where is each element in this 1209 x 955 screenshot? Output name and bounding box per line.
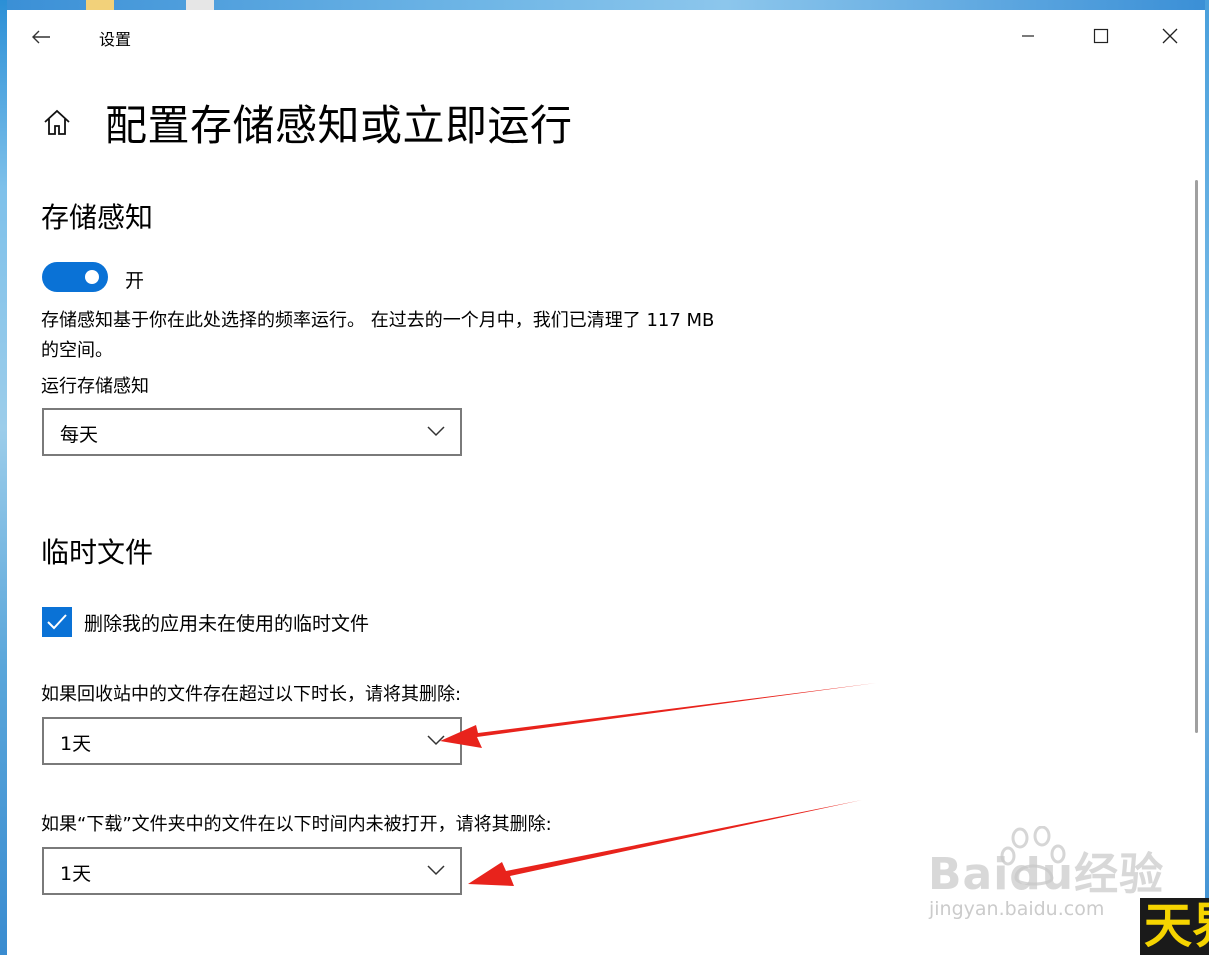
minimize-icon xyxy=(1022,35,1034,37)
maximize-icon xyxy=(1093,28,1109,44)
chevron-down-icon xyxy=(427,426,445,437)
chevron-down-icon xyxy=(427,735,445,746)
vertical-scrollbar[interactable] xyxy=(1195,180,1198,733)
page-title: 配置存储感知或立即运行 xyxy=(105,101,573,150)
storage-sense-heading: 存储感知 xyxy=(41,201,154,234)
desktop-icon-fragment xyxy=(86,0,114,10)
storage-sense-description: 存储感知基于你在此处选择的频率运行。 在过去的一个月中，我们已清理了 117 M… xyxy=(41,310,715,361)
recycle-bin-label: 如果回收站中的文件存在超过以下时长，请将其删除: xyxy=(41,684,462,705)
dropdown-value: 1天 xyxy=(60,863,92,885)
dropdown-value: 1天 xyxy=(60,733,92,755)
storage-sense-toggle[interactable] xyxy=(42,262,108,292)
dropdown-value: 每天 xyxy=(60,424,99,446)
watermark-brand: Baidu经验 xyxy=(928,849,1165,900)
watermark-site: jingyan.baidu.com xyxy=(929,898,1105,920)
downloads-label: 如果“下载”文件夹中的文件在以下时间内未被打开，请将其删除: xyxy=(41,814,552,835)
minimize-button[interactable] xyxy=(1003,18,1053,54)
title-bar: 设置 xyxy=(7,10,1205,60)
temp-files-heading: 临时文件 xyxy=(41,536,154,569)
run-storage-sense-label: 运行存储感知 xyxy=(41,376,149,397)
toggle-knob xyxy=(85,270,99,284)
run-frequency-dropdown[interactable]: 每天 xyxy=(42,408,462,456)
desktop-background-right xyxy=(1205,0,1209,955)
settings-window: 设置 配置存储感知或立即运行 存储感知 开 存储感知基于你在此处选择的频率运行。… xyxy=(7,10,1205,955)
maximize-button[interactable] xyxy=(1076,18,1126,54)
app-title: 设置 xyxy=(99,30,132,49)
home-button[interactable] xyxy=(41,106,73,138)
close-button[interactable] xyxy=(1145,18,1195,54)
delete-temp-files-checkbox[interactable] xyxy=(42,607,72,637)
corner-logo-text: 天界 xyxy=(1144,898,1209,954)
delete-temp-files-label: 删除我的应用未在使用的临时文件 xyxy=(84,613,370,635)
back-button[interactable] xyxy=(21,22,61,52)
corner-logo: 天界 xyxy=(1140,898,1209,955)
home-icon xyxy=(44,109,70,135)
downloads-duration-dropdown[interactable]: 1天 xyxy=(42,847,462,895)
close-icon xyxy=(1162,28,1178,44)
checkmark-icon xyxy=(47,614,67,630)
chevron-down-icon xyxy=(427,865,445,876)
back-arrow-icon xyxy=(32,30,50,44)
recycle-bin-duration-dropdown[interactable]: 1天 xyxy=(42,717,462,765)
desktop-icon-fragment xyxy=(186,0,214,10)
desktop-background-top xyxy=(0,0,1209,10)
desktop-background-left xyxy=(0,0,7,955)
toggle-state-label: 开 xyxy=(125,270,145,292)
